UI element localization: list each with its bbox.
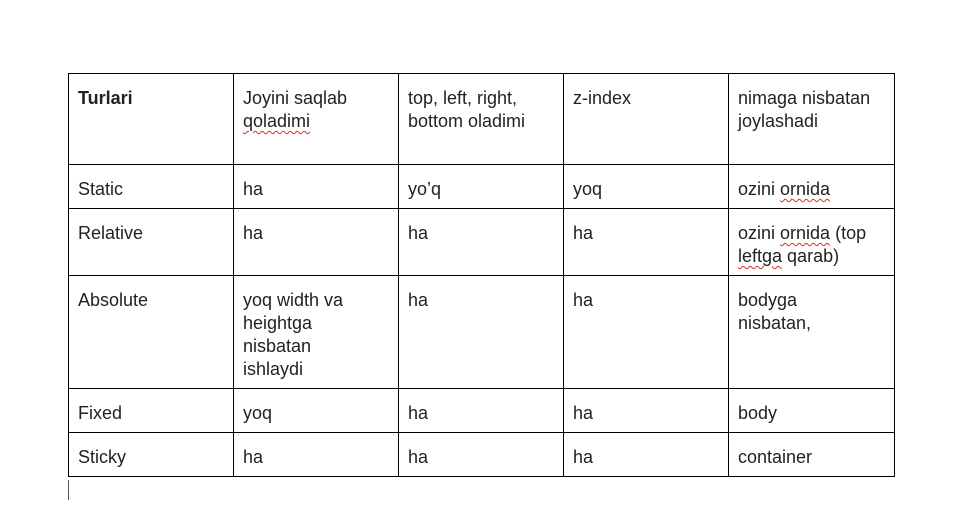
positioning-table: Turlari Joyini saqlab qoladimi top, left…	[68, 73, 895, 477]
cell-joyini[interactable]: yoq	[233, 388, 399, 433]
spellcheck-word: leftga	[738, 246, 783, 266]
table-header-row: Turlari Joyini saqlab qoladimi top, left…	[68, 73, 895, 165]
header-cell-zindex[interactable]: z-index	[563, 73, 729, 165]
cell-joyini[interactable]: ha	[233, 432, 399, 477]
cell-turlari[interactable]: Absolute	[68, 275, 234, 389]
spellcheck-word: ornida	[780, 223, 831, 243]
cell-zindex[interactable]: ha	[563, 208, 729, 276]
cell-offsets[interactable]: ha	[398, 275, 564, 389]
table-row: Absolute yoq width va heightga nisbatan …	[68, 275, 895, 389]
table-row: Relative ha ha ha ozini ornida (top left…	[68, 208, 895, 276]
cell-zindex[interactable]: ha	[563, 388, 729, 433]
header-cell-nisbatan[interactable]: nimaga nisbatan joylashadi	[728, 73, 895, 165]
cell-nisbatan[interactable]: ozini ornida	[728, 164, 895, 209]
cell-zindex[interactable]: ha	[563, 432, 729, 477]
cell-turlari[interactable]: Relative	[68, 208, 234, 276]
header-cell-offsets[interactable]: top, left, right, bottom oladimi	[398, 73, 564, 165]
cell-offsets[interactable]: yo’q	[398, 164, 564, 209]
cell-joyini[interactable]: ha	[233, 164, 399, 209]
header-cell-turlari[interactable]: Turlari	[68, 73, 234, 165]
cell-turlari[interactable]: Static	[68, 164, 234, 209]
cell-nisbatan[interactable]: container	[728, 432, 895, 477]
spellcheck-word: qoladimi	[243, 111, 311, 131]
cell-zindex[interactable]: ha	[563, 275, 729, 389]
table-row: Static ha yo’q yoq ozini ornida	[68, 164, 895, 209]
cell-offsets[interactable]: ha	[398, 388, 564, 433]
cell-offsets[interactable]: ha	[398, 432, 564, 477]
cell-turlari[interactable]: Fixed	[68, 388, 234, 433]
cell-joyini[interactable]: yoq width va heightga nisbatan ishlaydi	[233, 275, 399, 389]
spellcheck-word: ornida	[780, 179, 831, 199]
cell-joyini[interactable]: ha	[233, 208, 399, 276]
cell-zindex[interactable]: yoq	[563, 164, 729, 209]
table-row: Fixed yoq ha ha body	[68, 388, 895, 433]
cell-nisbatan[interactable]: bodyga nisbatan,	[728, 275, 895, 389]
header-cell-joyini[interactable]: Joyini saqlab qoladimi	[233, 73, 399, 165]
cell-nisbatan[interactable]: body	[728, 388, 895, 433]
cell-turlari[interactable]: Sticky	[68, 432, 234, 477]
text-cursor	[68, 480, 69, 500]
cell-offsets[interactable]: ha	[398, 208, 564, 276]
cell-nisbatan[interactable]: ozini ornida (top leftga qarab)	[728, 208, 895, 276]
table-row: Sticky ha ha ha container	[68, 432, 895, 477]
